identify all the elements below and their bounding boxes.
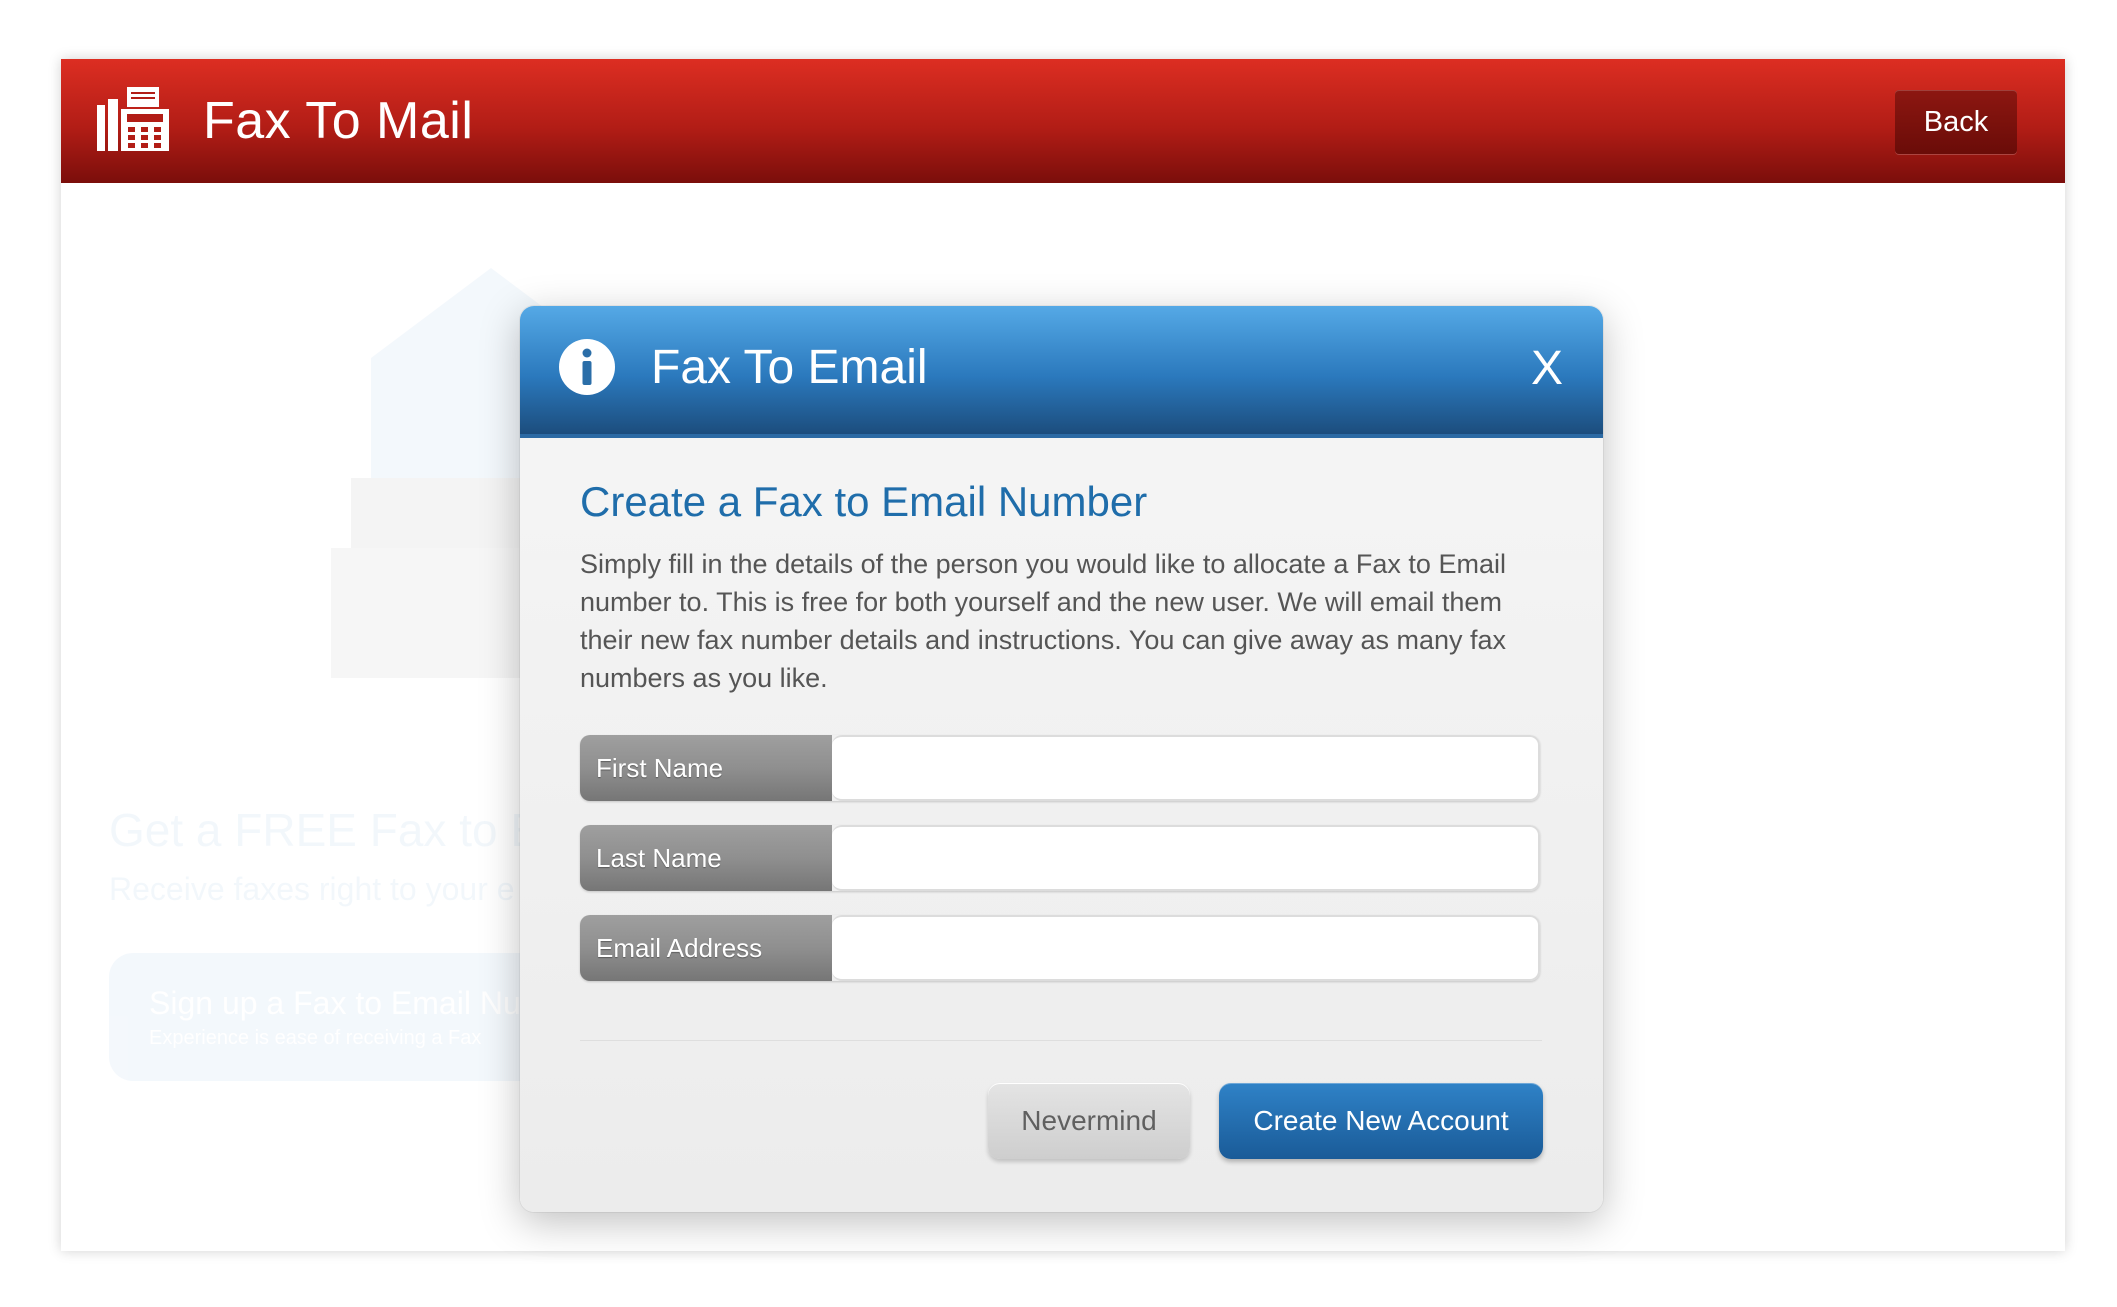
first-name-row: First Name <box>580 735 1540 801</box>
last-name-label: Last Name <box>580 825 832 891</box>
email-address-label: Email Address <box>580 915 832 981</box>
email-address-input[interactable] <box>832 915 1540 981</box>
info-icon <box>558 338 616 401</box>
dialog-title: Fax To Email <box>651 341 928 394</box>
email-address-row: Email Address <box>580 915 1540 981</box>
dialog-divider <box>580 1040 1542 1041</box>
create-new-account-button[interactable]: Create New Account <box>1219 1083 1543 1159</box>
dialog-header: Fax To Email X <box>520 306 1603 438</box>
fax-to-email-dialog: Fax To Email X Create a Fax to Email Num… <box>520 306 1603 1212</box>
back-button-label: Back <box>1923 105 1989 138</box>
dialog-heading: Create a Fax to Email Number <box>580 478 1148 525</box>
close-button[interactable]: X <box>1519 340 1575 396</box>
app-header: Fax To Mail Back <box>61 59 2065 183</box>
app-title: Fax To Mail <box>203 92 474 150</box>
fax-machine-icon <box>97 87 171 160</box>
nevermind-button[interactable]: Nevermind <box>988 1083 1190 1159</box>
first-name-input[interactable] <box>832 735 1540 801</box>
dialog-description: Simply fill in the details of the person… <box>580 549 1507 693</box>
first-name-label: First Name <box>580 735 832 801</box>
back-button[interactable]: Back <box>1895 90 2017 154</box>
last-name-row: Last Name <box>580 825 1540 891</box>
last-name-input[interactable] <box>832 825 1540 891</box>
